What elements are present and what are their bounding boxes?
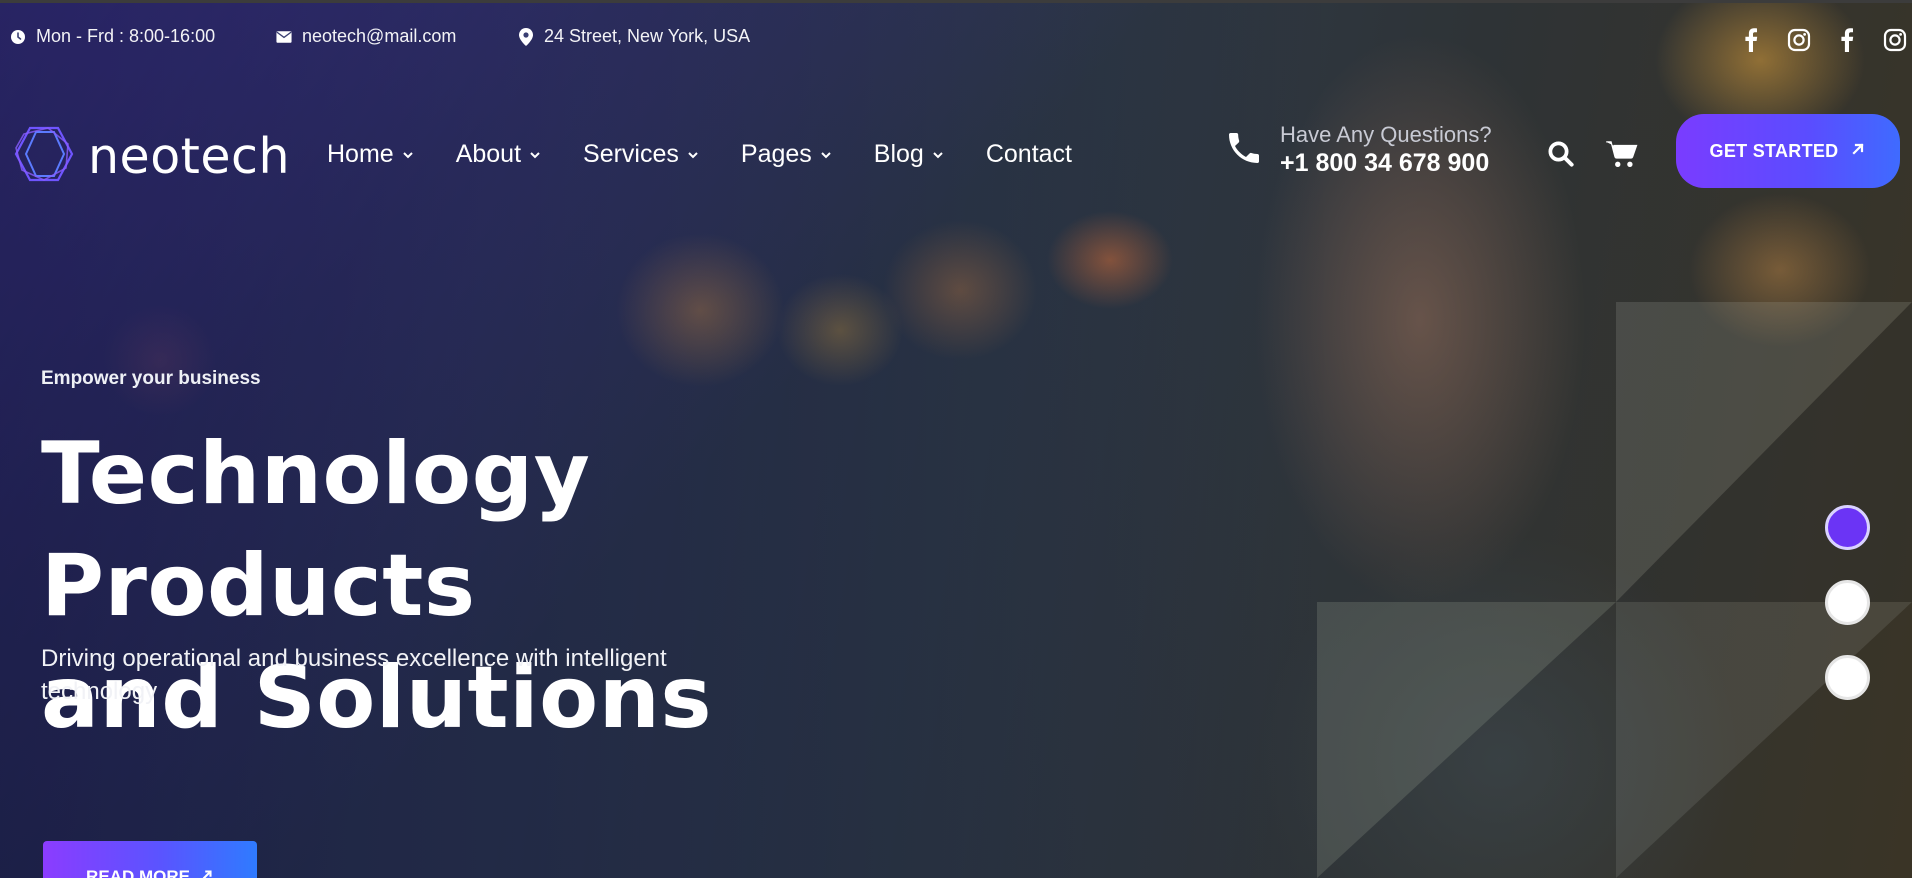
envelope-icon: [276, 29, 292, 45]
read-more-label: READ MORE: [86, 867, 190, 878]
get-started-button[interactable]: GET STARTED: [1676, 114, 1900, 188]
main-navbar: neotech Home About Services Pages Blog C…: [0, 112, 1912, 192]
chevron-down-icon: [820, 149, 832, 161]
main-menu: Home About Services Pages Blog Contact: [327, 140, 1114, 169]
top-border: [0, 0, 1912, 3]
slider-dot-3[interactable]: [1825, 655, 1870, 700]
facebook-icon[interactable]: [1734, 26, 1768, 54]
slider-dot-2[interactable]: [1825, 580, 1870, 625]
email-info[interactable]: neotech@mail.com: [276, 26, 456, 47]
chevron-down-icon: [402, 149, 414, 161]
nav-item-label: Home: [327, 140, 394, 168]
slider-dot-1[interactable]: [1825, 505, 1870, 550]
instagram-icon[interactable]: [1782, 26, 1816, 54]
chevron-down-icon: [687, 149, 699, 161]
hours-text: Mon - Frd : 8:00-16:00: [36, 26, 216, 46]
logo[interactable]: neotech: [10, 124, 290, 189]
hero-subtext: Driving operational and business excelle…: [41, 645, 667, 705]
cart-icon[interactable]: [1602, 134, 1642, 174]
nav-item-pages[interactable]: Pages: [741, 140, 832, 169]
hero-eyebrow: Empower your business: [41, 368, 261, 389]
phone-text: Have Any Questions? +1 800 34 678 900: [1280, 122, 1492, 178]
address-text: 24 Street, New York, USA: [544, 26, 751, 46]
nav-item-label: Pages: [740, 140, 812, 168]
hours-info: Mon - Frd : 8:00-16:00: [10, 26, 215, 47]
nav-item-label: Contact: [985, 140, 1073, 168]
read-more-button[interactable]: READ MORE: [43, 841, 257, 878]
arrow-up-right-icon: [1850, 141, 1866, 162]
nav-item-about[interactable]: About: [456, 140, 541, 169]
logo-mark-icon: [10, 124, 80, 189]
nav-item-contact[interactable]: Contact: [986, 140, 1072, 169]
get-started-label: GET STARTED: [1709, 140, 1839, 161]
hero-headline-line1: Technology Products: [41, 424, 591, 636]
clock-icon: [10, 29, 26, 45]
nav-item-label: About: [455, 140, 522, 168]
phone-question: Have Any Questions?: [1280, 122, 1492, 147]
nav-item-label: Blog: [873, 140, 924, 168]
arrow-up-right-icon: [200, 867, 214, 878]
email-text[interactable]: neotech@mail.com: [302, 26, 456, 47]
slider-pagination: [1825, 505, 1870, 700]
top-info-bar: Mon - Frd : 8:00-16:00 neotech@mail.com …: [0, 26, 1912, 54]
nav-item-blog[interactable]: Blog: [874, 140, 944, 169]
social-links: [1734, 26, 1912, 54]
nav-item-label: Services: [583, 140, 679, 168]
phone-number[interactable]: +1 800 34 678 900: [1280, 148, 1492, 178]
instagram-icon[interactable]: [1878, 26, 1912, 54]
nav-item-services[interactable]: Services: [583, 140, 699, 169]
facebook-icon[interactable]: [1830, 26, 1864, 54]
phone-icon: [1224, 128, 1264, 173]
address-info: 24 Street, New York, USA: [518, 26, 750, 47]
map-pin-icon: [518, 27, 534, 46]
chevron-down-icon: [932, 149, 944, 161]
search-icon[interactable]: [1541, 134, 1581, 174]
phone-contact[interactable]: Have Any Questions? +1 800 34 678 900: [1224, 122, 1492, 178]
nav-item-home[interactable]: Home: [327, 140, 414, 169]
chevron-down-icon: [529, 149, 541, 161]
logo-text: neotech: [88, 128, 291, 185]
